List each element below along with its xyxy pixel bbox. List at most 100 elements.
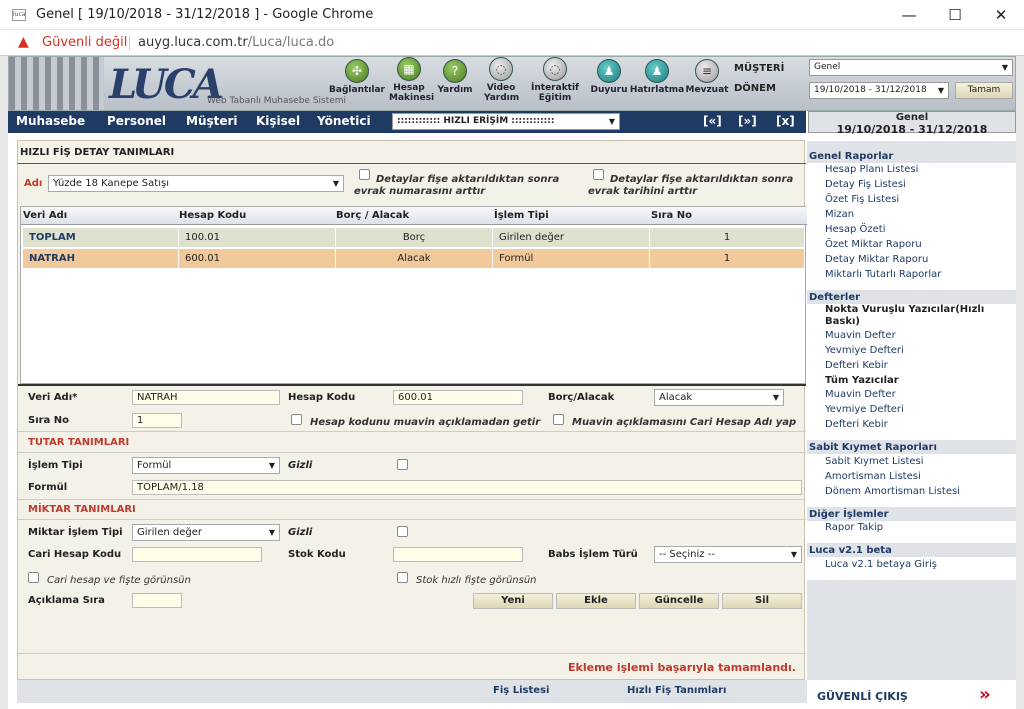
- sidebar-item-detay-miktar[interactable]: Detay Miktar Raporu: [825, 254, 928, 265]
- adi-label: Adı: [24, 178, 43, 189]
- donem-select[interactable]: 19/10/2018 - 31/12/2018 ▼: [809, 82, 949, 99]
- stok-fis-checkbox[interactable]: [397, 572, 408, 583]
- divider: [18, 452, 806, 453]
- sidebar-item-beta-giris[interactable]: Luca v2.1 betaya Giriş: [825, 559, 937, 570]
- sidebar-item-hesap-plani[interactable]: Hesap Planı Listesi: [825, 164, 918, 175]
- musteri-select[interactable]: Genel ▼: [809, 59, 1013, 76]
- miktar-islem-select[interactable]: Girilen değer ▼: [132, 524, 280, 541]
- sidebar-item-muavin-1[interactable]: Muavin Defter: [825, 330, 896, 341]
- exit-bar[interactable]: GÜVENLİ ÇIKIŞ »: [807, 684, 1016, 708]
- sidebar-item-muavin-2[interactable]: Muavin Defter: [825, 389, 896, 400]
- quick-access-value: :::::::::::: HIZLI ERİŞİM ::::::::::::: [397, 116, 555, 126]
- sidebar-item-hesap-ozeti[interactable]: Hesap Özeti: [825, 224, 886, 235]
- sidebar-item-miktarli-tutarli[interactable]: Miktarlı Tutarlı Raporlar: [825, 269, 941, 280]
- exit-link[interactable]: GÜVENLİ ÇIKIŞ: [817, 690, 908, 703]
- fis-listesi-link[interactable]: Fiş Listesi: [493, 685, 549, 696]
- stok-fis-label: Stok hızlı fişte görünsün: [416, 575, 537, 586]
- table-row-selected[interactable]: NATRAH 600.01 Alacak Formül 1: [23, 249, 805, 269]
- hizli-fis-link[interactable]: Hızlı Fiş Tanımları: [627, 685, 726, 696]
- tool-video-yardim[interactable]: ◌ Video Yardım: [473, 57, 529, 107]
- address-bar[interactable]: ▲ Güvenli değil auyg.luca.com.tr/Luca/lu…: [0, 30, 1024, 56]
- tool-interaktif-egitim[interactable]: ◌ İnteraktif Eğitim: [527, 57, 583, 107]
- islem-tipi-select[interactable]: Formül ▼: [132, 457, 280, 474]
- tool-label: Hesap Makinesi: [389, 83, 435, 103]
- prev-button[interactable]: [«]: [703, 114, 722, 128]
- miktar-islem-label: Miktar İşlem Tipi: [28, 527, 123, 538]
- aciklama-input[interactable]: [132, 593, 182, 608]
- luca-logo[interactable]: LUCA: [109, 61, 224, 108]
- adi-select[interactable]: Yüzde 18 Kanepe Satışı ▼: [48, 175, 344, 192]
- chevron-down-icon: ▼: [332, 179, 339, 188]
- cari-checkbox[interactable]: [553, 414, 564, 425]
- babs-label: Babs İşlem Türü: [548, 549, 638, 560]
- sil-button[interactable]: Sil: [722, 593, 802, 609]
- sidebar-item-yevmiye-1[interactable]: Yevmiye Defteri: [825, 345, 904, 356]
- ekle-button[interactable]: Ekle: [556, 593, 636, 609]
- security-label[interactable]: Güvenli değil: [42, 35, 127, 50]
- tool-hatirlatma[interactable]: ♟ Hatırlatma: [629, 59, 685, 109]
- chevron-down-icon: ▼: [772, 393, 779, 402]
- cari-hesap-label: Cari Hesap Kodu: [28, 549, 122, 560]
- nav-muhasebe[interactable]: Muhasebe: [16, 114, 85, 128]
- tamam-button[interactable]: Tamam: [955, 82, 1013, 99]
- sidebar-item-ozet-miktar[interactable]: Özet Miktar Raporu: [825, 239, 922, 250]
- col-borc-alacak[interactable]: Borç / Alacak: [336, 210, 409, 221]
- sira-no-input[interactable]: 1: [132, 413, 182, 428]
- adi-value: Yüzde 18 Kanepe Satışı: [53, 178, 169, 189]
- sidebar-item-yevmiye-2[interactable]: Yevmiye Defteri: [825, 404, 904, 415]
- nav-kisisel[interactable]: Kişisel: [256, 114, 300, 128]
- nokta-vuruslu-title: Nokta Vuruşlu Yazıcılar(Hızlı Baskı): [825, 304, 985, 327]
- sidebar-item-detay-fis[interactable]: Detay Fiş Listesi: [825, 179, 906, 190]
- sidebar-item-ozet-fis[interactable]: Özet Fiş Listesi: [825, 194, 899, 205]
- nav-personel[interactable]: Personel: [107, 114, 166, 128]
- cari-fis-checkbox[interactable]: [28, 572, 39, 583]
- divider: [18, 499, 806, 500]
- sidebar-item-donem-amortisman[interactable]: Dönem Amortisman Listesi: [825, 486, 960, 497]
- formul-input[interactable]: TOPLAM/1.18: [132, 480, 802, 495]
- exit-arrow-icon[interactable]: »: [979, 684, 991, 705]
- tool-label: Hatırlatma: [629, 85, 685, 95]
- table-row[interactable]: TOPLAM 100.01 Borç Girilen değer 1: [23, 228, 805, 248]
- sidebar-item-mizan[interactable]: Mizan: [825, 209, 854, 220]
- donem-value: 19/10/2018 - 31/12/2018: [814, 85, 927, 95]
- sidebar-item-amortisman[interactable]: Amortisman Listesi: [825, 471, 921, 482]
- stok-kodu-label: Stok Kodu: [288, 549, 346, 560]
- sidebar-item-kebir-2[interactable]: Defteri Kebir: [825, 419, 888, 430]
- tool-mevzuat[interactable]: ≡ Mevzuat: [679, 59, 735, 109]
- warning-icon[interactable]: ▲: [18, 35, 32, 49]
- next-button[interactable]: [»]: [738, 114, 757, 128]
- sidebar-item-kebir-1[interactable]: Defteri Kebir: [825, 360, 888, 371]
- nav-musteri[interactable]: Müşteri: [186, 114, 238, 128]
- minimize-button[interactable]: —: [886, 0, 932, 30]
- maximize-button[interactable]: ☐: [932, 0, 978, 30]
- quick-access-select[interactable]: :::::::::::: HIZLI ERİŞİM :::::::::::: ▼: [392, 113, 620, 130]
- donem-label: DÖNEM: [734, 83, 776, 94]
- cari-hesap-input[interactable]: [132, 547, 262, 562]
- guncelle-button[interactable]: Güncelle: [639, 593, 719, 609]
- veri-adi-input[interactable]: NATRAH: [132, 390, 280, 405]
- nav-yonetici[interactable]: Yönetici: [317, 114, 371, 128]
- url-text[interactable]: auyg.luca.com.tr/Luca/luca.do: [138, 35, 334, 50]
- panel-title: HIZLI FİŞ DETAY TANIMLARI: [20, 147, 175, 158]
- borc-alacak-select[interactable]: Alacak ▼: [654, 389, 784, 406]
- hesap-kodu-input[interactable]: 600.01: [393, 390, 523, 405]
- sidebar-item-sabit-kiymet[interactable]: Sabit Kıymet Listesi: [825, 456, 924, 467]
- babs-select[interactable]: -- Seçiniz -- ▼: [654, 546, 802, 563]
- tool-baglantilar[interactable]: ✣ Bağlantılar: [329, 59, 385, 109]
- sidebar-item-rapor-takip[interactable]: Rapor Takip: [825, 522, 883, 533]
- divider: [18, 384, 806, 386]
- gizli2-checkbox[interactable]: [397, 526, 408, 537]
- stok-kodu-input[interactable]: [393, 547, 523, 562]
- yeni-button[interactable]: Yeni: [473, 593, 553, 609]
- page-right-margin: [1016, 56, 1024, 709]
- close-tab-button[interactable]: [x]: [776, 114, 795, 128]
- aciklama-label: Açıklama Sıra: [28, 595, 105, 606]
- col-hesap-kodu[interactable]: Hesap Kodu: [179, 210, 246, 221]
- col-veri-adi[interactable]: Veri Adı: [23, 210, 67, 221]
- col-sira-no[interactable]: Sıra No: [651, 210, 692, 221]
- cell-veri-adi: TOPLAM: [23, 228, 179, 248]
- gizli-checkbox[interactable]: [397, 459, 408, 470]
- close-window-button[interactable]: ✕: [978, 0, 1024, 30]
- muavin-checkbox[interactable]: [291, 414, 302, 425]
- col-islem-tipi[interactable]: İşlem Tipi: [494, 210, 549, 221]
